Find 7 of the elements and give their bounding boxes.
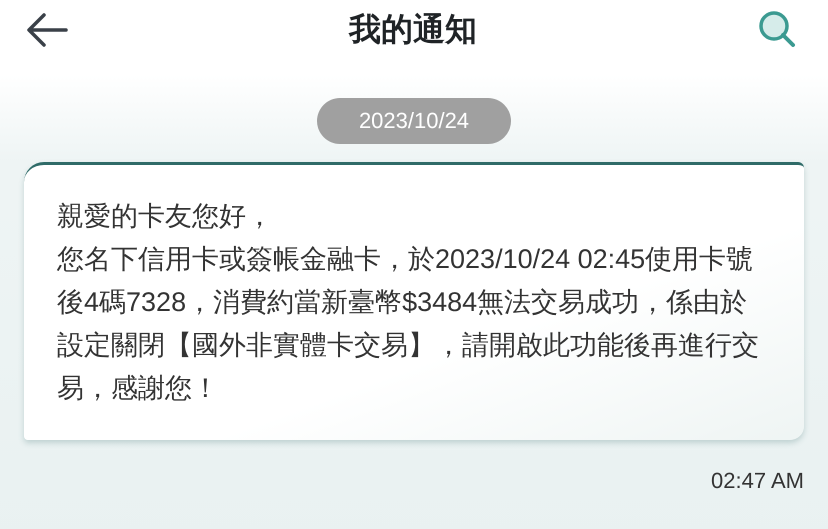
search-icon[interactable] (758, 10, 798, 50)
greeting-text: 親愛的卡友您好， (57, 200, 274, 233)
page-title: 我的通知 (349, 10, 477, 49)
message-time: 02:47 AM (711, 468, 804, 494)
back-arrow-icon[interactable] (26, 12, 68, 48)
message-text: 您名下信用卡或簽帳金融卡，於2023/10/24 02:45使用卡號後4碼7328，消費約當新臺幣$3484無法交易成功，係由於設定關閉【國外非實體卡交易】，請開啟此功能後再進行交易，感謝您！ (57, 243, 760, 405)
date-badge: 2023/10/24 (317, 98, 511, 144)
